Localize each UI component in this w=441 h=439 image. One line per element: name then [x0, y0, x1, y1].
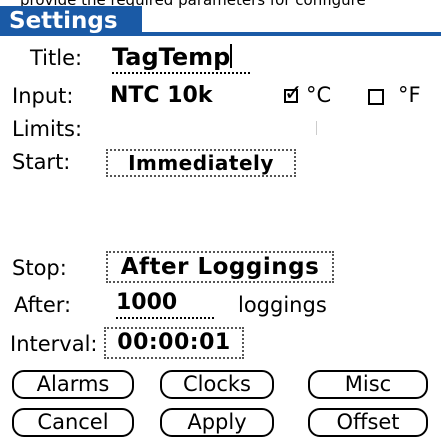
interval-label: Interval: — [10, 332, 98, 356]
window-title: Settings — [0, 6, 142, 36]
checkmark-icon: ✓ — [284, 81, 303, 106]
title-label: Title: — [30, 46, 83, 70]
cancel-button[interactable]: Cancel — [12, 408, 134, 437]
misc-button[interactable]: Misc — [308, 370, 428, 399]
title-field[interactable]: TagTemp — [112, 42, 250, 74]
start-selector[interactable]: Immediately — [106, 149, 296, 177]
limits-scroll-mark — [316, 121, 317, 135]
alarms-button[interactable]: Alarms — [12, 370, 134, 399]
after-unit-label: loggings — [238, 293, 327, 317]
text-cursor — [230, 44, 233, 68]
title-value: TagTemp — [112, 43, 231, 71]
start-label: Start: — [12, 150, 71, 174]
limits-label: Limits: — [12, 117, 83, 141]
fahrenheit-unit-label: °F — [398, 83, 421, 107]
stop-selector[interactable]: After Loggings — [106, 251, 334, 283]
title-field-text: TagTemp — [112, 42, 250, 74]
input-sensor-value[interactable]: NTC 10k — [110, 83, 212, 108]
stop-label: Stop: — [12, 256, 67, 280]
celsius-checkbox[interactable]: ✓ °C — [282, 81, 334, 108]
title-bar: Settings — [0, 6, 441, 36]
after-count-field[interactable]: 1000 — [116, 289, 214, 319]
interval-selector[interactable]: 00:00:01 — [104, 327, 244, 359]
offset-button[interactable]: Offset — [308, 408, 428, 437]
apply-button[interactable]: Apply — [160, 408, 274, 437]
celsius-unit-label: °C — [306, 83, 332, 107]
after-label: After: — [14, 293, 72, 317]
after-value: 1000 — [116, 289, 214, 319]
input-label: Input: — [12, 84, 74, 108]
fahrenheit-checkbox[interactable]: °F — [368, 83, 428, 108]
clocks-button[interactable]: Clocks — [160, 370, 274, 399]
fahrenheit-checkbox-box — [368, 89, 384, 105]
